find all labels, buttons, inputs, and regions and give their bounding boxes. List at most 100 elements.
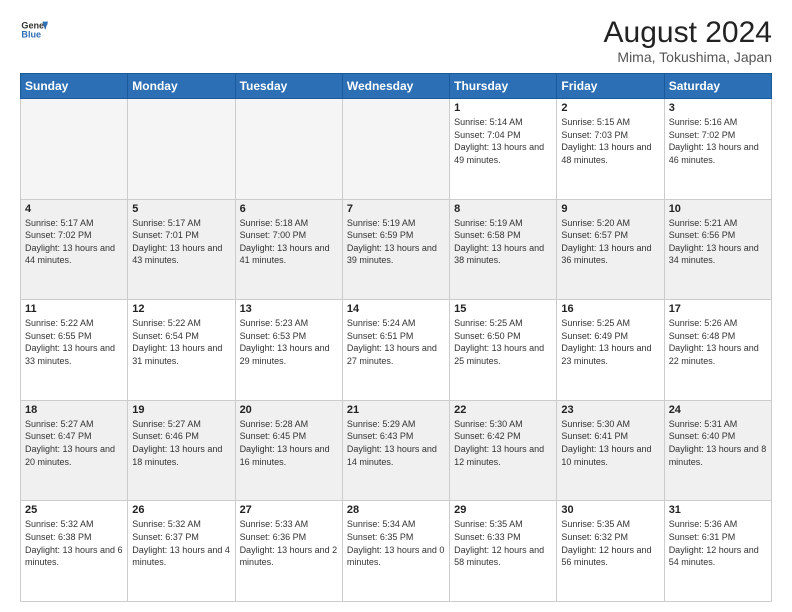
- day-info: Sunrise: 5:34 AMSunset: 6:35 PMDaylight:…: [347, 518, 445, 568]
- calendar-cell: 4 Sunrise: 5:17 AMSunset: 7:02 PMDaylight…: [21, 199, 128, 300]
- calendar-cell: 27 Sunrise: 5:33 AMSunset: 6:36 PMDayligh…: [235, 501, 342, 602]
- day-info: Sunrise: 5:20 AMSunset: 6:57 PMDaylight:…: [561, 217, 659, 267]
- calendar-cell: 19 Sunrise: 5:27 AMSunset: 6:46 PMDayligh…: [128, 400, 235, 501]
- calendar-cell: 22 Sunrise: 5:30 AMSunset: 6:42 PMDayligh…: [450, 400, 557, 501]
- calendar-cell: 12 Sunrise: 5:22 AMSunset: 6:54 PMDayligh…: [128, 300, 235, 401]
- day-number: 22: [454, 404, 552, 416]
- calendar-cell: 26 Sunrise: 5:32 AMSunset: 6:37 PMDayligh…: [128, 501, 235, 602]
- day-number: 26: [132, 504, 230, 516]
- day-info: Sunrise: 5:30 AMSunset: 6:41 PMDaylight:…: [561, 418, 659, 468]
- calendar-cell: 29 Sunrise: 5:35 AMSunset: 6:33 PMDayligh…: [450, 501, 557, 602]
- day-number: 29: [454, 504, 552, 516]
- day-of-week-header: Thursday: [450, 74, 557, 99]
- day-number: 18: [25, 404, 123, 416]
- day-number: 2: [561, 102, 659, 114]
- day-number: 27: [240, 504, 338, 516]
- logo: General Blue: [20, 16, 48, 44]
- day-number: 6: [240, 203, 338, 215]
- day-number: 7: [347, 203, 445, 215]
- day-info: Sunrise: 5:27 AMSunset: 6:47 PMDaylight:…: [25, 418, 123, 468]
- day-number: 25: [25, 504, 123, 516]
- subtitle: Mima, Tokushima, Japan: [604, 49, 772, 65]
- day-info: Sunrise: 5:24 AMSunset: 6:51 PMDaylight:…: [347, 317, 445, 367]
- day-info: Sunrise: 5:33 AMSunset: 6:36 PMDaylight:…: [240, 518, 338, 568]
- day-info: Sunrise: 5:35 AMSunset: 6:32 PMDaylight:…: [561, 518, 659, 568]
- calendar-cell: 14 Sunrise: 5:24 AMSunset: 6:51 PMDayligh…: [342, 300, 449, 401]
- calendar-cell: 10 Sunrise: 5:21 AMSunset: 6:56 PMDayligh…: [664, 199, 771, 300]
- calendar-cell: [128, 99, 235, 200]
- calendar-cell: 13 Sunrise: 5:23 AMSunset: 6:53 PMDayligh…: [235, 300, 342, 401]
- day-info: Sunrise: 5:14 AMSunset: 7:04 PMDaylight:…: [454, 116, 552, 166]
- day-info: Sunrise: 5:16 AMSunset: 7:02 PMDaylight:…: [669, 116, 767, 166]
- day-info: Sunrise: 5:25 AMSunset: 6:50 PMDaylight:…: [454, 317, 552, 367]
- logo-icon: General Blue: [20, 16, 48, 44]
- calendar-cell: 28 Sunrise: 5:34 AMSunset: 6:35 PMDayligh…: [342, 501, 449, 602]
- calendar-cell: 21Sunrise: 5:29 AMSunset: 6:43 PMDayligh…: [342, 400, 449, 501]
- day-number: 9: [561, 203, 659, 215]
- day-info: Sunrise: 5:26 AMSunset: 6:48 PMDaylight:…: [669, 317, 767, 367]
- calendar-cell: 15 Sunrise: 5:25 AMSunset: 6:50 PMDayligh…: [450, 300, 557, 401]
- day-number: 10: [669, 203, 767, 215]
- day-number: 20: [240, 404, 338, 416]
- day-info: Sunrise: 5:30 AMSunset: 6:42 PMDaylight:…: [454, 418, 552, 468]
- calendar-cell: 20 Sunrise: 5:28 AMSunset: 6:45 PMDayligh…: [235, 400, 342, 501]
- day-info: Sunrise: 5:22 AMSunset: 6:55 PMDaylight:…: [25, 317, 123, 367]
- calendar-cell: 9 Sunrise: 5:20 AMSunset: 6:57 PMDaylight…: [557, 199, 664, 300]
- day-info: Sunrise: 5:19 AMSunset: 6:59 PMDaylight:…: [347, 217, 445, 267]
- day-of-week-header: Monday: [128, 74, 235, 99]
- day-of-week-header: Tuesday: [235, 74, 342, 99]
- day-number: 3: [669, 102, 767, 114]
- day-info: Sunrise: 5:32 AMSunset: 6:37 PMDaylight:…: [132, 518, 230, 568]
- day-of-week-header: Wednesday: [342, 74, 449, 99]
- day-info: Sunrise: 5:35 AMSunset: 6:33 PMDaylight:…: [454, 518, 552, 568]
- calendar-cell: 18 Sunrise: 5:27 AMSunset: 6:47 PMDayligh…: [21, 400, 128, 501]
- calendar-cell: 7 Sunrise: 5:19 AMSunset: 6:59 PMDaylight…: [342, 199, 449, 300]
- day-number: 19: [132, 404, 230, 416]
- day-info: Sunrise: 5:28 AMSunset: 6:45 PMDaylight:…: [240, 418, 338, 468]
- calendar-cell: [21, 99, 128, 200]
- calendar-table: SundayMondayTuesdayWednesdayThursdayFrid…: [20, 73, 772, 602]
- calendar-cell: 8 Sunrise: 5:19 AMSunset: 6:58 PMDaylight…: [450, 199, 557, 300]
- day-info: Sunrise: 5:17 AMSunset: 7:02 PMDaylight:…: [25, 217, 123, 267]
- day-number: 4: [25, 203, 123, 215]
- day-number: 24: [669, 404, 767, 416]
- day-number: 12: [132, 303, 230, 315]
- page-header: General Blue August 2024 Mima, Tokushima…: [20, 16, 772, 65]
- calendar-cell: [235, 99, 342, 200]
- day-info: Sunrise: 5:25 AMSunset: 6:49 PMDaylight:…: [561, 317, 659, 367]
- day-number: 8: [454, 203, 552, 215]
- day-number: 11: [25, 303, 123, 315]
- day-info: Sunrise: 5:32 AMSunset: 6:38 PMDaylight:…: [25, 518, 123, 568]
- day-number: 1: [454, 102, 552, 114]
- calendar-cell: 25 Sunrise: 5:32 AMSunset: 6:38 PMDayligh…: [21, 501, 128, 602]
- day-number: 17: [669, 303, 767, 315]
- day-info: Sunrise: 5:36 AMSunset: 6:31 PMDaylight:…: [669, 518, 767, 568]
- calendar-cell: 11 Sunrise: 5:22 AMSunset: 6:55 PMDayligh…: [21, 300, 128, 401]
- calendar-cell: 31 Sunrise: 5:36 AMSunset: 6:31 PMDayligh…: [664, 501, 771, 602]
- day-number: 14: [347, 303, 445, 315]
- day-of-week-header: Friday: [557, 74, 664, 99]
- calendar-cell: 23Sunrise: 5:30 AMSunset: 6:41 PMDayligh…: [557, 400, 664, 501]
- day-info: Sunrise: 5:22 AMSunset: 6:54 PMDaylight:…: [132, 317, 230, 367]
- calendar-week-row: 1 Sunrise: 5:14 AMSunset: 7:04 PMDaylight…: [21, 99, 772, 200]
- day-info: Sunrise: 5:29 AMSunset: 6:43 PMDaylight:…: [347, 418, 445, 468]
- day-info: Sunrise: 5:17 AMSunset: 7:01 PMDaylight:…: [132, 217, 230, 267]
- calendar-cell: 6Sunrise: 5:18 AMSunset: 7:00 PMDaylight…: [235, 199, 342, 300]
- day-info: Sunrise: 5:19 AMSunset: 6:58 PMDaylight:…: [454, 217, 552, 267]
- day-info: Sunrise: 5:31 AMSunset: 6:40 PMDaylight:…: [669, 418, 767, 468]
- calendar-cell: 1 Sunrise: 5:14 AMSunset: 7:04 PMDaylight…: [450, 99, 557, 200]
- calendar-cell: 3 Sunrise: 5:16 AMSunset: 7:02 PMDaylight…: [664, 99, 771, 200]
- day-of-week-header: Sunday: [21, 74, 128, 99]
- calendar-week-row: 25 Sunrise: 5:32 AMSunset: 6:38 PMDayligh…: [21, 501, 772, 602]
- day-number: 15: [454, 303, 552, 315]
- calendar-cell: 30Sunrise: 5:35 AMSunset: 6:32 PMDayligh…: [557, 501, 664, 602]
- day-info: Sunrise: 5:21 AMSunset: 6:56 PMDaylight:…: [669, 217, 767, 267]
- day-number: 31: [669, 504, 767, 516]
- day-number: 13: [240, 303, 338, 315]
- day-info: Sunrise: 5:27 AMSunset: 6:46 PMDaylight:…: [132, 418, 230, 468]
- calendar-cell: 5Sunrise: 5:17 AMSunset: 7:01 PMDaylight…: [128, 199, 235, 300]
- calendar-cell: 17 Sunrise: 5:26 AMSunset: 6:48 PMDayligh…: [664, 300, 771, 401]
- day-info: Sunrise: 5:23 AMSunset: 6:53 PMDaylight:…: [240, 317, 338, 367]
- calendar-week-row: 18 Sunrise: 5:27 AMSunset: 6:47 PMDayligh…: [21, 400, 772, 501]
- day-number: 28: [347, 504, 445, 516]
